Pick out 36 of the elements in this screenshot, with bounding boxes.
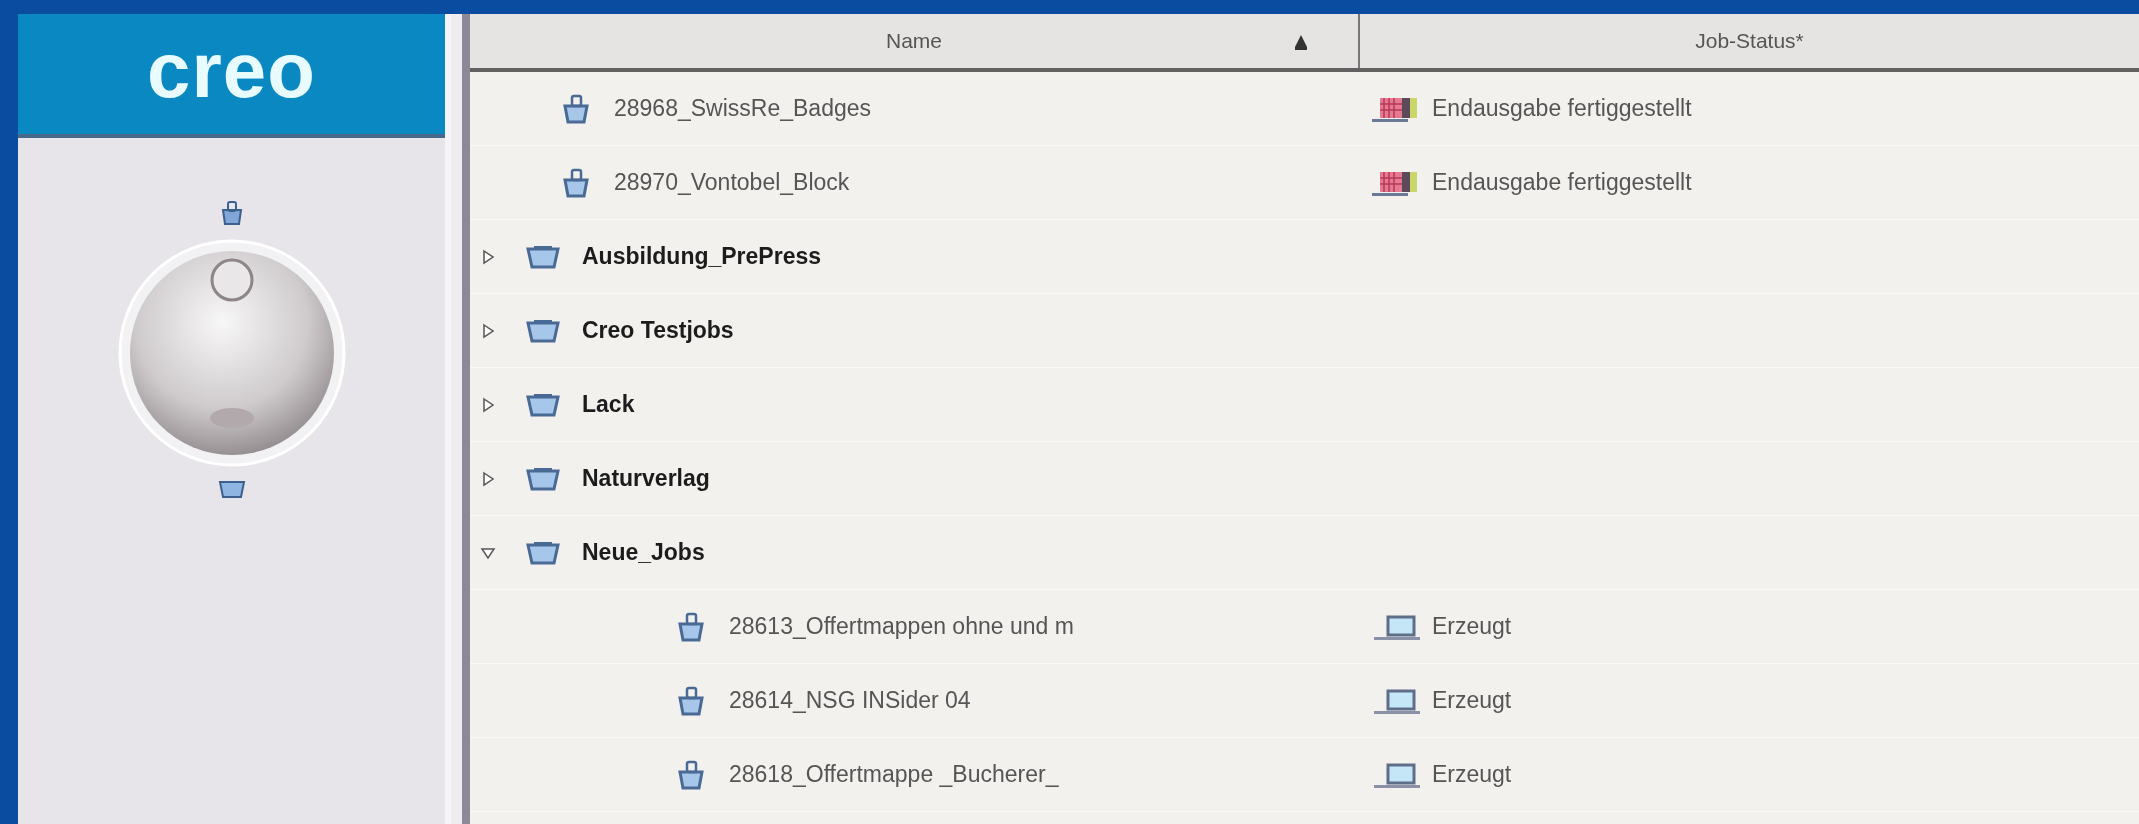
splitter-bar[interactable]: [445, 14, 470, 824]
job-name[interactable]: 28618_Offertmappe _Bucherer_: [729, 761, 1059, 788]
job-icon: [560, 166, 592, 199]
job-name[interactable]: 28614_NSG INSider 04: [729, 687, 971, 714]
job-name[interactable]: 28970_Vontobel_Block: [614, 169, 850, 196]
job-icon: [675, 684, 707, 717]
job-name[interactable]: 28968_SwissRe_Badges: [614, 95, 871, 122]
folder-name[interactable]: Naturverlag: [582, 465, 710, 492]
folder-name[interactable]: Lack: [582, 391, 635, 418]
job-name[interactable]: 28613_Offertmappen ohne und m: [729, 613, 1074, 640]
column-header[interactable]: Name: [470, 14, 1360, 68]
folder-name[interactable]: Neue_Jobs: [582, 539, 705, 566]
job-icon: [675, 758, 707, 791]
job-icon: [560, 92, 592, 125]
folder-icon: [526, 465, 560, 492]
job-status: Erzeugt: [1432, 687, 1512, 714]
expand-icon[interactable]: [480, 396, 496, 413]
folder-icon: [526, 539, 560, 566]
folder-icon: [526, 391, 560, 418]
folder-icon: [526, 317, 560, 344]
job-status: Erzeugt: [1432, 613, 1512, 640]
column-header[interactable]: Job-Status*: [1360, 14, 2139, 68]
job-status: Endausgabe fertiggestellt: [1432, 169, 1692, 196]
expand-icon[interactable]: [480, 322, 496, 339]
expand-icon[interactable]: [480, 470, 496, 487]
creo-logo: creo: [147, 31, 316, 109]
job-icon: [675, 610, 707, 643]
folder-icon: [526, 243, 560, 270]
job-status: Endausgabe fertiggestellt: [1432, 95, 1692, 122]
job-status: Erzeugt: [1432, 761, 1512, 788]
sort-icon: [1294, 34, 1308, 50]
expand-icon[interactable]: [480, 248, 496, 265]
folder-name[interactable]: Creo Testjobs: [582, 317, 734, 344]
dial-knob[interactable]: [116, 238, 347, 468]
folder-icon[interactable]: [216, 478, 247, 500]
folder-name[interactable]: Ausbildung_PrePress: [582, 243, 822, 270]
